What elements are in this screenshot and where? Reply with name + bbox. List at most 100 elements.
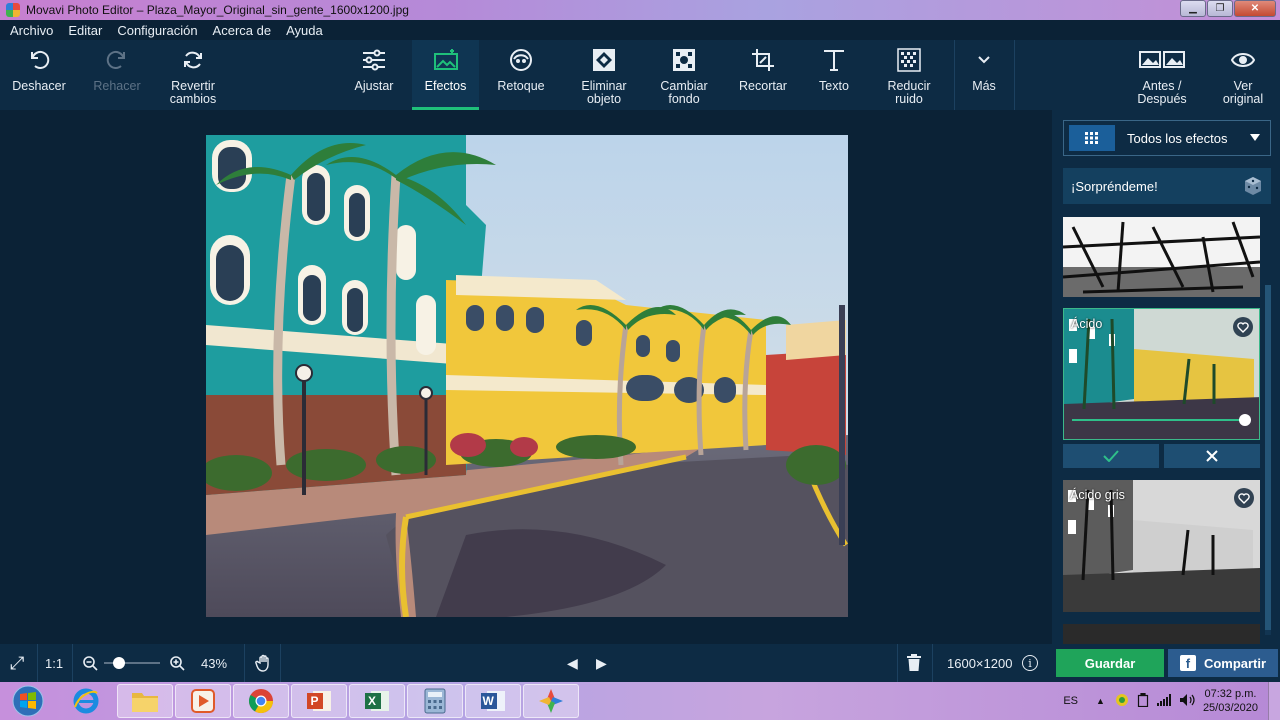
menu-ayuda[interactable]: Ayuda: [276, 23, 328, 38]
more-button[interactable]: Más: [958, 40, 1010, 110]
redo-label: Rehacer: [93, 79, 141, 93]
security-shield-icon[interactable]: [1115, 693, 1129, 710]
taskbar-media-player[interactable]: [175, 684, 231, 718]
minimize-button[interactable]: ▁: [1180, 0, 1206, 17]
taskbar-internet-explorer[interactable]: [58, 684, 114, 718]
share-button[interactable]: f Compartir: [1168, 649, 1278, 677]
denoise-label: Reducir ruido: [887, 79, 931, 106]
scrollbar-thumb[interactable]: [1265, 285, 1271, 630]
effects-label: Efectos: [424, 79, 467, 93]
undo-label: Deshacer: [12, 79, 66, 93]
caret-down-icon: [1250, 134, 1260, 141]
effects-icon: [433, 40, 459, 80]
taskbar-chrome[interactable]: [233, 684, 289, 718]
hand-pan-icon[interactable]: [255, 644, 273, 682]
favorite-heart-icon[interactable]: [1233, 317, 1253, 337]
zoom-1-1-button[interactable]: 1:1: [45, 644, 63, 682]
image-canvas[interactable]: [0, 110, 1052, 644]
taskbar-file-explorer[interactable]: [117, 684, 173, 718]
effect-thumbnail-acido-gris[interactable]: Ácido gris: [1063, 480, 1260, 612]
zoom-out-icon[interactable]: [82, 644, 98, 682]
effects-button[interactable]: Efectos: [412, 40, 479, 110]
trash-icon[interactable]: [906, 644, 922, 682]
taskbar-clock[interactable]: 07:32 p.m. 25/03/2020: [1203, 687, 1258, 715]
effect-thumbnail[interactable]: [1063, 217, 1260, 297]
toolbar: Deshacer Rehacer Revertir cambios Ajusta…: [0, 40, 1280, 110]
save-button[interactable]: Guardar: [1056, 649, 1164, 677]
photo-preview[interactable]: [206, 135, 848, 617]
image-dimensions: 1600×1200: [947, 655, 1013, 671]
info-button[interactable]: i: [1022, 644, 1038, 682]
undo-button[interactable]: Deshacer: [4, 40, 74, 110]
previous-image-button[interactable]: ◀: [567, 644, 578, 682]
menu-acerca-de[interactable]: Acerca de: [203, 23, 277, 38]
menu-editar[interactable]: Editar: [58, 23, 107, 38]
zoom-slider-handle[interactable]: [112, 657, 125, 669]
more-label: Más: [972, 79, 996, 93]
crop-icon: [751, 40, 775, 80]
adjust-button[interactable]: Ajustar: [340, 40, 408, 110]
taskbar-calculator[interactable]: [407, 684, 463, 718]
battery-icon[interactable]: [1137, 692, 1149, 710]
effect-thumbnail[interactable]: [1063, 624, 1260, 644]
svg-text:X: X: [368, 694, 376, 708]
remove-object-button[interactable]: Eliminar objeto: [568, 40, 640, 110]
status-divider: [932, 644, 933, 682]
maximize-button[interactable]: ❐: [1207, 0, 1233, 17]
network-signal-icon[interactable]: [1156, 693, 1171, 709]
change-background-label: Cambiar fondo: [660, 79, 708, 106]
face-retouch-icon: [508, 40, 534, 80]
denoise-button[interactable]: Reducir ruido: [874, 40, 944, 110]
zoom-slider[interactable]: [104, 644, 160, 682]
cancel-effect-button[interactable]: [1164, 444, 1260, 468]
svg-text:P: P: [311, 694, 319, 708]
change-background-button[interactable]: Cambiar fondo: [648, 40, 720, 110]
taskbar-word[interactable]: W: [465, 684, 521, 718]
before-after-button[interactable]: Antes / Después: [1124, 40, 1200, 110]
before-after-label: Antes / Después: [1137, 79, 1187, 106]
zoom-in-icon[interactable]: [169, 644, 185, 682]
effect-strength-slider-handle[interactable]: [1239, 414, 1251, 426]
taskbar-powerpoint[interactable]: P: [291, 684, 347, 718]
toolbar-divider: [954, 40, 955, 110]
start-button[interactable]: [2, 684, 54, 718]
menu-configuracion[interactable]: Configuración: [107, 23, 202, 38]
status-divider: [897, 644, 898, 682]
effect-strength-slider-track[interactable]: [1072, 419, 1247, 421]
system-tray: ES ▲ 07:32 p.m. 25/03/2020: [1063, 682, 1280, 720]
effect-thumbnail-acido[interactable]: Ácido: [1063, 308, 1260, 440]
volume-icon[interactable]: [1179, 693, 1195, 710]
retouch-button[interactable]: Retoque: [486, 40, 556, 110]
language-indicator[interactable]: ES: [1063, 695, 1078, 707]
effects-category-dropdown[interactable]: Todos los efectos: [1063, 120, 1271, 156]
retouch-label: Retoque: [497, 79, 545, 93]
tray-expand-icon[interactable]: ▲: [1096, 696, 1105, 706]
crop-label: Recortar: [739, 79, 787, 93]
revert-button[interactable]: Revertir cambios: [158, 40, 228, 110]
surprise-me-button[interactable]: ¡Sorpréndeme!: [1063, 168, 1271, 204]
favorite-heart-icon[interactable]: [1234, 488, 1254, 508]
close-button[interactable]: ✕: [1234, 0, 1276, 17]
menu-archivo[interactable]: Archivo: [0, 23, 58, 38]
facebook-icon: f: [1179, 655, 1196, 671]
change-background-icon: [672, 40, 696, 80]
clock-time: 07:32 p.m.: [1204, 688, 1257, 700]
share-label: Compartir: [1203, 655, 1267, 671]
title-bar: Movavi Photo Editor – Plaza_Mayor_Origin…: [0, 0, 1280, 20]
status-bar: ⤢ 1:1 43% ◀ ▶ 1600×1200 i Guardar f Comp…: [0, 644, 1280, 682]
show-desktop-button[interactable]: [1268, 682, 1280, 720]
text-button[interactable]: Texto: [800, 40, 868, 110]
status-divider: [280, 644, 281, 682]
apply-effect-button[interactable]: [1063, 444, 1159, 468]
info-icon: i: [1022, 655, 1038, 671]
crop-button[interactable]: Recortar: [728, 40, 798, 110]
panel-scrollbar[interactable]: [1265, 285, 1271, 635]
taskbar-movavi-photo-editor[interactable]: [523, 684, 579, 718]
view-original-button[interactable]: Ver original: [1210, 40, 1276, 110]
next-image-button[interactable]: ▶: [596, 644, 607, 682]
effects-category-label: Todos los efectos: [1127, 130, 1228, 146]
taskbar-excel[interactable]: X: [349, 684, 405, 718]
window-title: Movavi Photo Editor – Plaza_Mayor_Origin…: [26, 3, 409, 17]
redo-button[interactable]: Rehacer: [82, 40, 152, 110]
fit-to-screen-icon[interactable]: ⤢: [10, 644, 24, 682]
